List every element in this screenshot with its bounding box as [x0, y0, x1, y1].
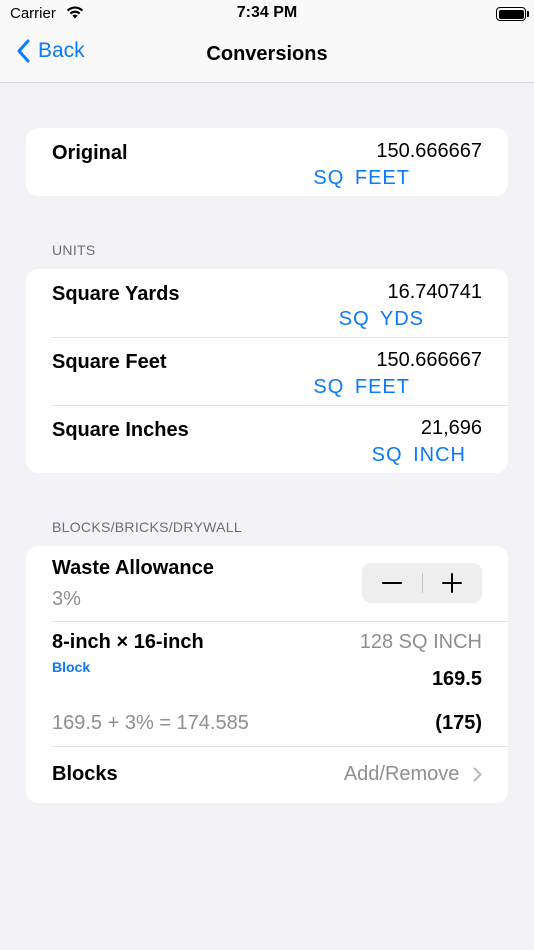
block-total: (175)	[435, 712, 482, 734]
waste-formula: 169.5 + 3% = 174.585	[52, 712, 249, 734]
unit-row-square-yards[interactable]: Square Yards 16.740741 SQ YDS	[26, 269, 508, 337]
unit-abbrev[interactable]: SQ YDS	[339, 308, 424, 331]
minus-icon	[381, 582, 402, 584]
status-bar: Carrier 7:34 PM	[0, 0, 534, 28]
unit-value: 150.666667	[376, 349, 482, 371]
blocks-section-header: BLOCKS/BRICKS/DRYWALL	[52, 519, 242, 535]
plus-icon	[442, 573, 463, 593]
original-unit[interactable]: SQ FEET	[313, 167, 410, 190]
unit-row-square-inches[interactable]: Square Inches 21,696 SQ INCH	[26, 405, 508, 473]
original-label: Original	[52, 142, 128, 164]
waste-allowance-label: Waste Allowance	[52, 557, 214, 579]
block-item-count: 169.5	[431, 668, 482, 690]
blocks-add-remove-row[interactable]: Blocks Add/Remove	[26, 746, 508, 803]
chevron-right-icon	[473, 767, 482, 782]
units-card: Square Yards 16.740741 SQ YDS Square Fee…	[26, 269, 508, 473]
clock: 7:34 PM	[236, 4, 298, 21]
battery-tip	[527, 11, 529, 17]
blocks-card: Waste Allowance 3% 8-inch × 16-inch Bloc…	[26, 546, 508, 803]
battery-icon	[496, 7, 526, 21]
blocks-label: Blocks	[52, 763, 118, 785]
waste-allowance-value: 3%	[52, 588, 81, 610]
block-item-row[interactable]: 8-inch × 16-inch Block 128 SQ INCH 169.5…	[26, 621, 508, 746]
block-item-sublabel: Block	[52, 659, 91, 675]
block-item-label: 8-inch × 16-inch	[52, 631, 204, 653]
add-remove-label: Add/Remove	[343, 763, 460, 785]
unit-abbrev[interactable]: SQ FEET	[313, 376, 410, 399]
add-remove-action[interactable]: Add/Remove	[344, 763, 482, 786]
waste-allowance-row: Waste Allowance 3%	[26, 546, 508, 621]
page-title: Conversions	[206, 43, 328, 65]
decrement-button[interactable]	[362, 563, 422, 603]
unit-value: 21,696	[420, 417, 482, 439]
unit-label: Square Feet	[52, 351, 167, 373]
unit-label: Square Inches	[52, 419, 189, 441]
unit-value: 16.740741	[387, 281, 482, 303]
block-item-area: 128 SQ INCH	[359, 631, 482, 653]
units-section-header: UNITS	[52, 242, 96, 258]
original-card: Original 150.666667 SQ FEET	[26, 128, 508, 196]
increment-button[interactable]	[423, 563, 483, 603]
navigation-bar: Back Conversions	[0, 28, 534, 83]
unit-row-square-feet[interactable]: Square Feet 150.666667 SQ FEET	[26, 337, 508, 405]
original-row[interactable]: Original 150.666667 SQ FEET	[26, 128, 508, 196]
waste-allowance-stepper[interactable]	[362, 563, 482, 603]
unit-abbrev[interactable]: SQ INCH	[372, 444, 466, 467]
unit-label: Square Yards	[52, 283, 180, 305]
original-value: 150.666667	[376, 140, 482, 162]
